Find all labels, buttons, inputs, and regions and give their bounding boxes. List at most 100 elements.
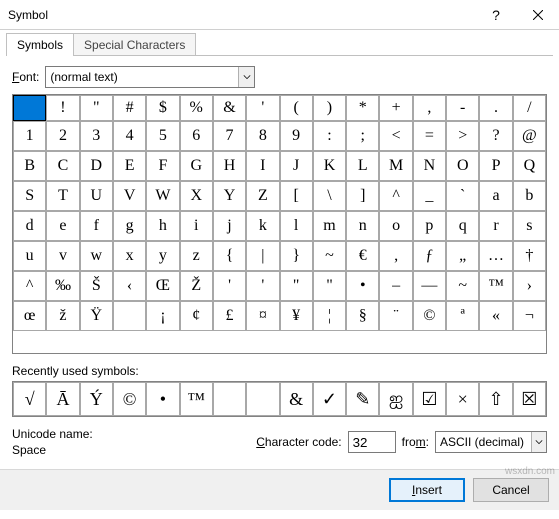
symbol-cell[interactable]: † [513, 241, 546, 271]
symbol-cell[interactable]: ~ [446, 271, 479, 301]
symbol-cell[interactable]: p [413, 211, 446, 241]
symbol-cell[interactable]: " [313, 271, 346, 301]
recent-symbol-cell[interactable]: ☒ [513, 382, 546, 416]
symbol-cell[interactable]: ; [346, 121, 379, 151]
symbol-cell[interactable]: • [346, 271, 379, 301]
symbol-cell[interactable]: P [479, 151, 512, 181]
recent-symbol-cell[interactable]: × [446, 382, 479, 416]
recent-symbol-cell[interactable]: Ā [46, 382, 79, 416]
symbol-cell[interactable]: u [13, 241, 46, 271]
symbol-cell[interactable]: ¨ [379, 301, 412, 331]
recent-symbol-cell[interactable]: & [280, 382, 313, 416]
symbol-cell[interactable]: ‹ [113, 271, 146, 301]
symbol-cell[interactable]: * [346, 95, 379, 121]
symbol-cell[interactable]: ƒ [413, 241, 446, 271]
symbol-cell[interactable]: ' [246, 271, 279, 301]
symbol-cell[interactable]: , [413, 95, 446, 121]
symbol-cell[interactable]: Z [246, 181, 279, 211]
symbol-cell[interactable]: 1 [13, 121, 46, 151]
symbol-cell[interactable]: Ÿ [80, 301, 113, 331]
symbol-cell[interactable]: 4 [113, 121, 146, 151]
symbol-cell[interactable]: r [479, 211, 512, 241]
symbol-cell[interactable]: — [413, 271, 446, 301]
symbol-cell[interactable]: | [246, 241, 279, 271]
recent-symbol-cell[interactable]: ✓ [313, 382, 346, 416]
symbol-cell[interactable]: 2 [46, 121, 79, 151]
symbol-cell[interactable]: › [513, 271, 546, 301]
symbol-cell[interactable]: ( [280, 95, 313, 121]
symbol-cell[interactable]: ¬ [513, 301, 546, 331]
symbol-cell[interactable]: « [479, 301, 512, 331]
symbol-cell[interactable]: j [213, 211, 246, 241]
symbol-cell[interactable]: € [346, 241, 379, 271]
symbol-cell[interactable]: K [313, 151, 346, 181]
symbol-cell[interactable]: œ [13, 301, 46, 331]
symbol-cell[interactable]: S [13, 181, 46, 211]
symbol-cell[interactable]: } [280, 241, 313, 271]
symbol-cell[interactable]: 6 [180, 121, 213, 151]
recent-symbol-cell[interactable]: • [146, 382, 179, 416]
symbol-cell[interactable]: ^ [379, 181, 412, 211]
symbol-cell[interactable]: C [46, 151, 79, 181]
symbol-cell[interactable]: O [446, 151, 479, 181]
symbol-cell[interactable]: § [346, 301, 379, 331]
symbol-cell[interactable]: D [80, 151, 113, 181]
tab-symbols[interactable]: Symbols [6, 33, 74, 56]
recent-symbol-cell[interactable]: ஐ [379, 382, 412, 416]
font-combo[interactable] [45, 66, 255, 88]
symbol-cell[interactable]: 8 [246, 121, 279, 151]
symbol-cell[interactable]: „ [446, 241, 479, 271]
symbol-cell[interactable]: @ [513, 121, 546, 151]
symbol-cell[interactable]: U [80, 181, 113, 211]
cancel-button[interactable]: Cancel [473, 478, 549, 502]
symbol-cell[interactable]: ~ [313, 241, 346, 271]
symbol-cell[interactable]: ž [46, 301, 79, 331]
symbol-cell[interactable]: ? [479, 121, 512, 151]
symbol-cell[interactable] [13, 95, 46, 121]
symbol-cell[interactable]: < [379, 121, 412, 151]
symbol-cell[interactable]: ! [46, 95, 79, 121]
symbol-cell[interactable]: \ [313, 181, 346, 211]
symbol-cell[interactable]: ¤ [246, 301, 279, 331]
symbol-cell[interactable]: ¦ [313, 301, 346, 331]
symbol-cell[interactable]: v [46, 241, 79, 271]
tab-special-characters[interactable]: Special Characters [73, 33, 196, 56]
symbol-cell[interactable]: _ [413, 181, 446, 211]
symbol-cell[interactable]: ‰ [46, 271, 79, 301]
recent-symbol-cell[interactable]: ✎ [346, 382, 379, 416]
symbol-cell[interactable]: - [446, 95, 479, 121]
recent-symbol-cell[interactable] [246, 382, 279, 416]
symbol-cell[interactable]: w [80, 241, 113, 271]
symbol-cell[interactable]: Œ [146, 271, 179, 301]
symbol-cell[interactable]: B [13, 151, 46, 181]
symbol-cell[interactable]: G [180, 151, 213, 181]
symbol-cell[interactable]: : [313, 121, 346, 151]
recent-symbol-cell[interactable]: ™ [180, 382, 213, 416]
symbol-cell[interactable]: ‚ [379, 241, 412, 271]
symbol-cell[interactable]: m [313, 211, 346, 241]
symbol-cell[interactable]: e [46, 211, 79, 241]
symbol-cell[interactable]: b [513, 181, 546, 211]
symbol-cell[interactable]: ¡ [146, 301, 179, 331]
symbol-cell[interactable]: ^ [13, 271, 46, 301]
symbol-cell[interactable]: h [146, 211, 179, 241]
symbol-cell[interactable]: Y [213, 181, 246, 211]
symbol-cell[interactable]: £ [213, 301, 246, 331]
symbol-cell[interactable]: ' [213, 271, 246, 301]
symbol-cell[interactable]: 7 [213, 121, 246, 151]
symbol-cell[interactable]: i [180, 211, 213, 241]
from-combo[interactable] [435, 431, 547, 453]
symbol-cell[interactable]: > [446, 121, 479, 151]
symbol-cell[interactable]: l [280, 211, 313, 241]
symbol-cell[interactable]: F [146, 151, 179, 181]
symbol-cell[interactable]: I [246, 151, 279, 181]
symbol-cell[interactable]: s [513, 211, 546, 241]
symbol-cell[interactable]: – [379, 271, 412, 301]
symbol-cell[interactable]: = [413, 121, 446, 151]
recent-symbol-cell[interactable]: √ [13, 382, 46, 416]
symbol-cell[interactable]: © [413, 301, 446, 331]
symbol-cell[interactable]: N [413, 151, 446, 181]
symbol-cell[interactable]: 9 [280, 121, 313, 151]
recent-symbol-cell[interactable]: ☑ [413, 382, 446, 416]
symbol-cell[interactable]: + [379, 95, 412, 121]
